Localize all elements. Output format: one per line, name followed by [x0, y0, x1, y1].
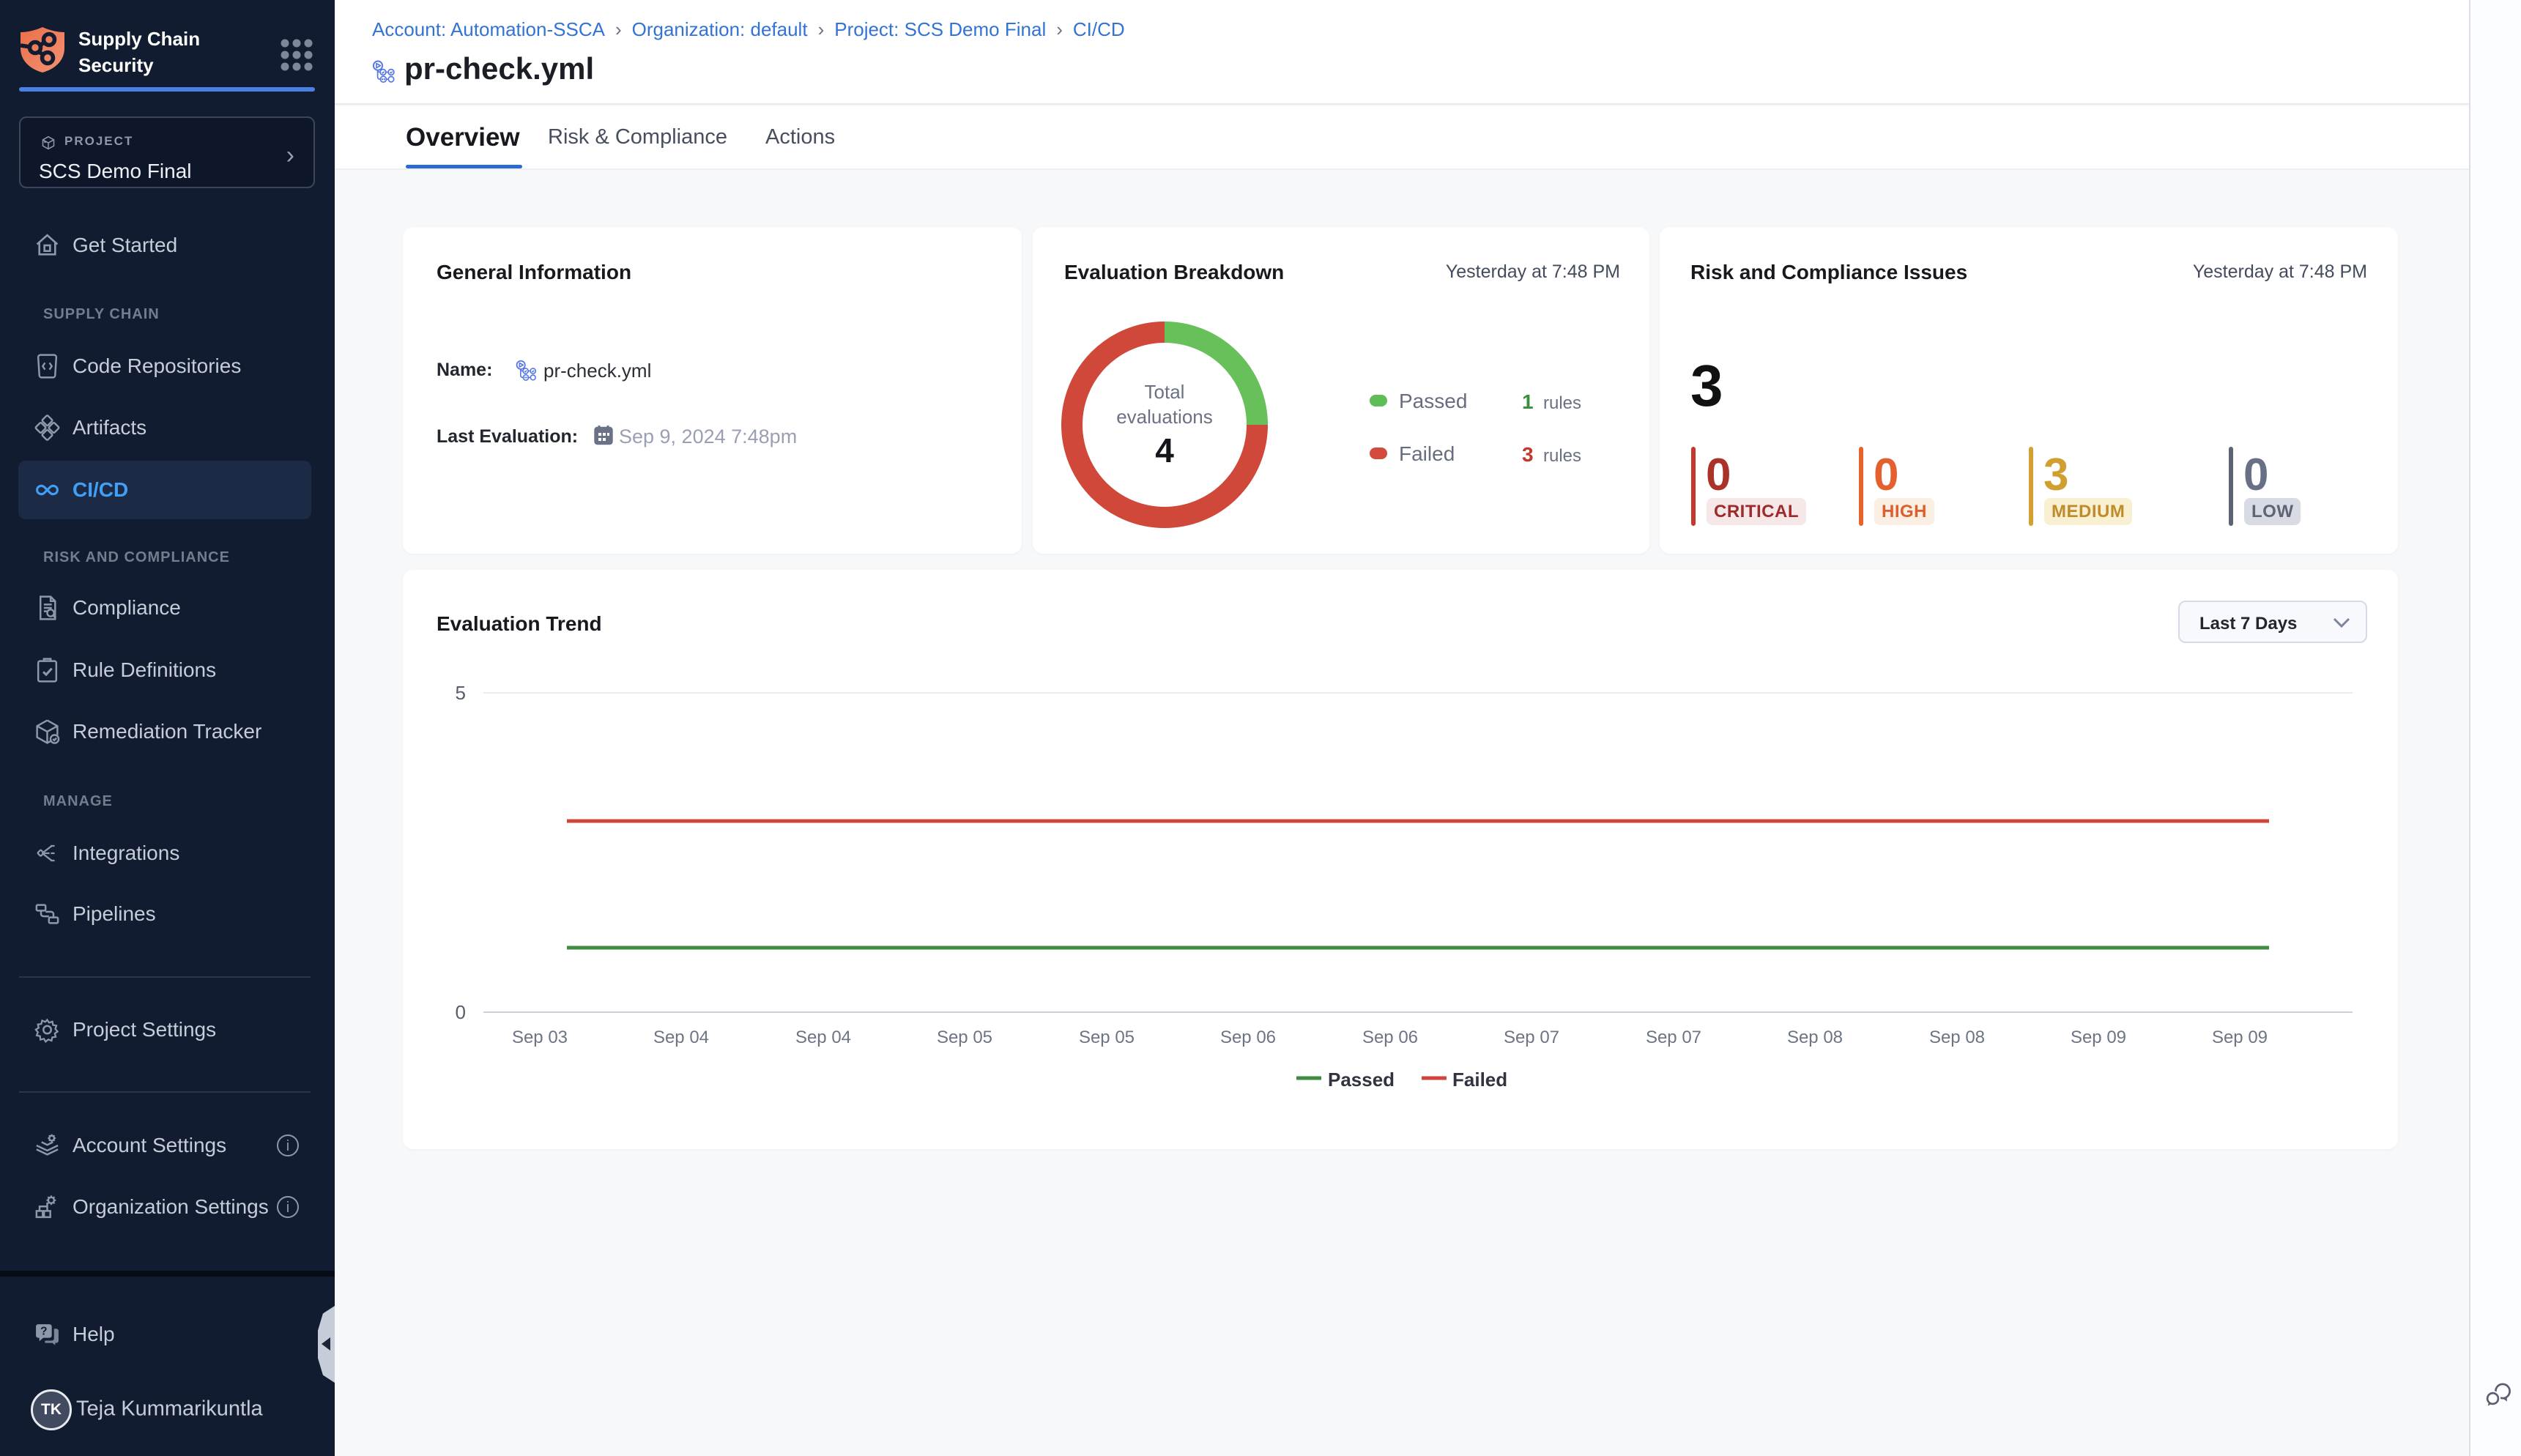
svg-text:Sep 09: Sep 09	[2212, 1028, 2268, 1047]
svg-text:Sep 07: Sep 07	[1504, 1028, 1559, 1047]
svg-text:5: 5	[456, 682, 466, 704]
svg-text:Sep 04: Sep 04	[795, 1028, 851, 1047]
svg-text:?: ?	[40, 1325, 47, 1337]
svg-text:Sep 05: Sep 05	[937, 1028, 992, 1047]
svg-text:Sep 03: Sep 03	[512, 1028, 568, 1047]
svg-text:Sep 08: Sep 08	[1787, 1028, 1843, 1047]
svg-text:Sep 04: Sep 04	[653, 1028, 709, 1047]
svg-text:Passed: Passed	[1328, 1069, 1395, 1091]
svg-text:Sep 05: Sep 05	[1079, 1028, 1135, 1047]
svg-text:Sep 06: Sep 06	[1362, 1028, 1418, 1047]
svg-text:4: 4	[1155, 431, 1174, 469]
svg-text:Sep 09: Sep 09	[2071, 1028, 2126, 1047]
svg-text:Sep 08: Sep 08	[1929, 1028, 1985, 1047]
svg-text:Sep 06: Sep 06	[1220, 1028, 1276, 1047]
svg-text:0: 0	[456, 1001, 466, 1023]
svg-text:Failed: Failed	[1452, 1069, 1507, 1091]
svg-text:Sep 07: Sep 07	[1646, 1028, 1701, 1047]
